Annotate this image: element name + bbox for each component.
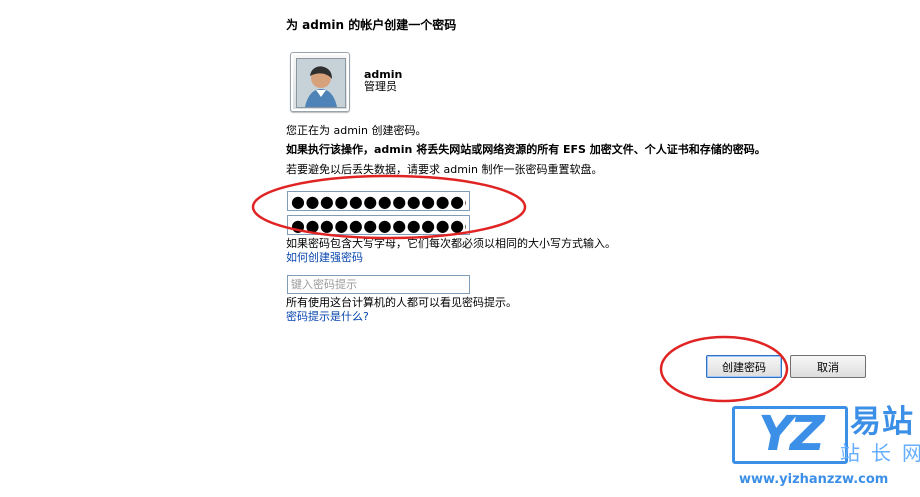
page-title: 为 admin 的帐户创建一个密码 (286, 18, 457, 32)
case-sensitive-notice: 如果密码包含大写字母，它们每次都必须以相同的大小写方式输入。 (286, 237, 616, 250)
password-hint-input[interactable] (287, 275, 470, 294)
confirm-password-input[interactable] (287, 215, 470, 235)
cancel-button[interactable]: 取消 (790, 355, 866, 378)
create-password-page: 为 admin 的帐户创建一个密码 admin 管理员 您正在为 admin 创… (0, 0, 920, 497)
warning-text: 如果执行该操作，admin 将丢失网站或网络资源的所有 EFS 加密文件、个人证… (286, 143, 766, 156)
strong-password-link[interactable]: 如何创建强密码 (286, 251, 363, 265)
watermark-logo-letters: YZ (732, 406, 848, 464)
reset-disk-notice: 若要避免以后丢失数据，请要求 admin 制作一张密码重置软盘。 (286, 163, 603, 176)
hint-visibility-notice: 所有使用这台计算机的人都可以看见密码提示。 (286, 296, 517, 309)
watermark-url: www.yizhanzzw.com (739, 472, 889, 487)
password-hint-link[interactable]: 密码提示是什么? (286, 310, 369, 324)
user-avatar-image (296, 58, 346, 108)
intro-text: 您正在为 admin 创建密码。 (286, 124, 427, 137)
watermark-site-name: 易站 (850, 404, 914, 440)
site-watermark: YZ 易站 站长网 www.yizhanzzw.com (724, 402, 920, 497)
account-avatar (290, 52, 350, 112)
watermark-subtitle: 站长网 (840, 441, 920, 465)
account-role: 管理员 (364, 80, 397, 93)
new-password-input[interactable] (287, 191, 470, 211)
create-password-button[interactable]: 创建密码 (706, 355, 782, 378)
user-icon (297, 59, 345, 107)
